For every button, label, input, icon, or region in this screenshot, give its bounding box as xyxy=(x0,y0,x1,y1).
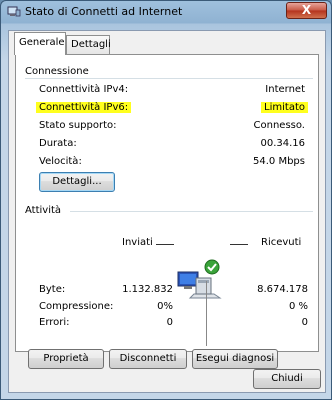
speed-label: Velocità: xyxy=(39,156,82,167)
ipv6-label: Connettività IPv6: xyxy=(36,102,132,113)
compression-received-value: 0 % xyxy=(288,301,308,312)
activity-center-line xyxy=(206,281,207,346)
title-bar[interactable]: Stato di Connetti ad Internet X xyxy=(1,1,331,23)
media-state-label: Stato supporto: xyxy=(39,120,117,131)
duration-label: Durata: xyxy=(39,138,77,149)
ipv4-label: Connettività IPv4: xyxy=(39,84,129,95)
activity-group-label: Attività xyxy=(25,205,62,216)
window-title: Stato di Connetti ad Internet xyxy=(25,5,183,18)
activity-divider xyxy=(70,211,313,212)
sent-label: Inviati xyxy=(122,237,153,248)
ipv4-value: Internet xyxy=(265,84,305,95)
dialog-client-area: Generale Dettagli Connessione Connettivi… xyxy=(8,30,326,393)
diagnose-button[interactable]: Esegui diagnosi xyxy=(192,349,278,369)
window-close-button[interactable]: X xyxy=(286,2,327,19)
errors-label: Errori: xyxy=(39,317,70,328)
tab-generale[interactable]: Generale xyxy=(14,32,66,55)
ipv6-value: Limitato xyxy=(261,102,308,113)
connection-group-label: Connessione xyxy=(25,66,89,77)
compression-sent-value: 0% xyxy=(157,301,173,312)
received-label: Ricevuti xyxy=(261,237,302,248)
dialog-window: Stato di Connetti ad Internet X Generale… xyxy=(0,0,332,400)
errors-sent-value: 0 xyxy=(166,317,173,328)
properties-button[interactable]: Proprietà xyxy=(28,349,104,369)
tab-dettagli[interactable]: Dettagli xyxy=(66,35,111,55)
sent-connector-line xyxy=(156,244,174,245)
duration-value: 00.34.16 xyxy=(260,138,305,149)
details-button[interactable]: Dettagli... xyxy=(39,172,115,192)
compression-label: Compressione: xyxy=(39,301,114,312)
media-state-value: Connesso. xyxy=(253,120,305,131)
tab-panel-generale: Connessione Connettività IPv4: Internet … xyxy=(15,54,319,369)
connection-divider xyxy=(25,78,313,79)
speed-value: 54.0 Mbps xyxy=(253,156,305,167)
network-connection-icon xyxy=(7,6,21,18)
bytes-label: Byte: xyxy=(39,284,66,295)
disconnect-button[interactable]: Disconnetti xyxy=(109,349,187,369)
errors-received-value: 0 xyxy=(301,317,308,328)
close-button[interactable]: Chiudi xyxy=(253,369,321,389)
bytes-sent-value: 1.132.832 xyxy=(122,284,173,295)
received-connector-line xyxy=(230,244,248,245)
bytes-received-value: 8.674.178 xyxy=(257,284,308,295)
network-computers-check-icon xyxy=(176,258,222,299)
